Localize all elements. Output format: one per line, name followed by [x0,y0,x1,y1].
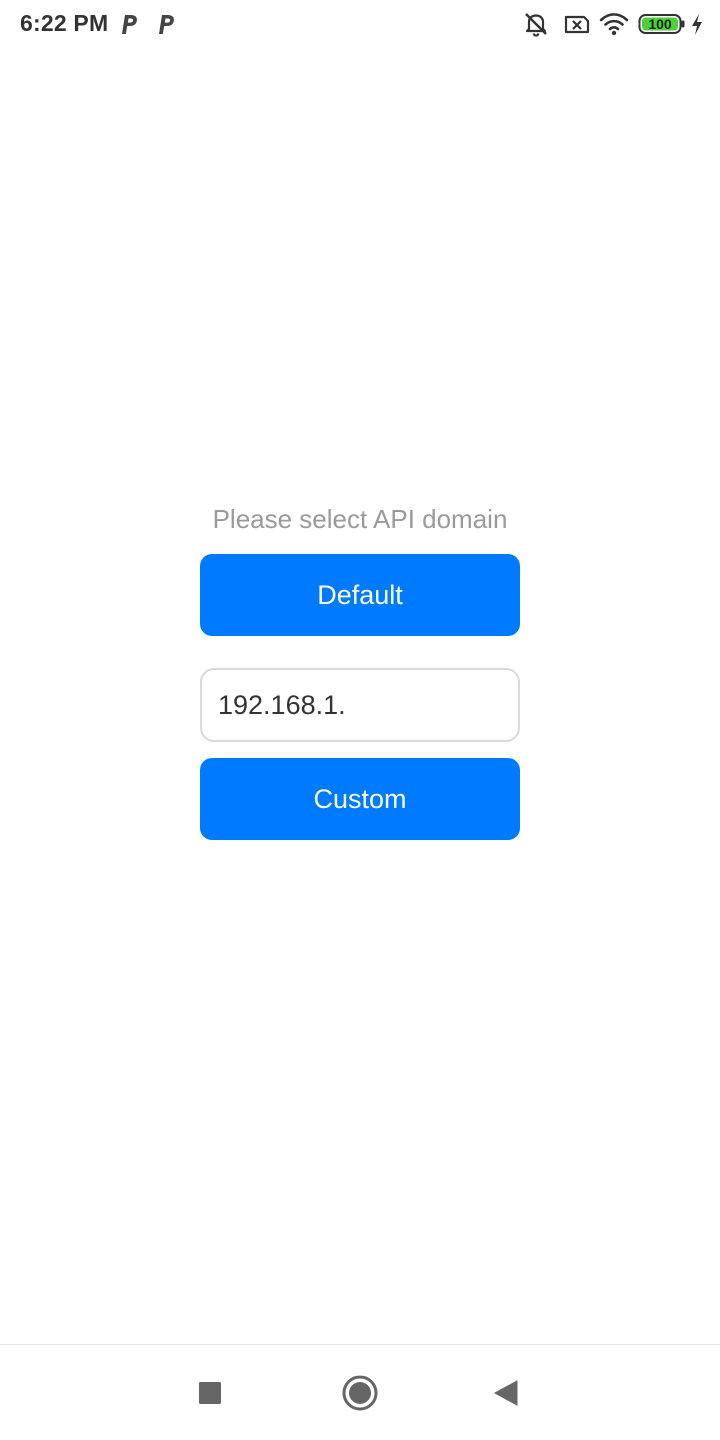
default-button[interactable]: Default [200,554,520,636]
custom-button[interactable]: Custom [200,758,520,840]
api-domain-prompt: Please select API domain [212,504,508,534]
p-notification-icon [122,15,137,34]
charging-icon [692,14,702,35]
status-time: 6:22 PM [20,10,109,36]
recents-icon[interactable] [190,1373,230,1413]
back-icon[interactable] [486,1373,526,1413]
status-bar: 6:22 PM 100 [0,0,720,50]
wifi-icon [599,13,629,36]
home-icon[interactable] [340,1373,380,1413]
p-notification-icon [159,15,174,34]
mute-icon [525,13,547,37]
battery-level: 100 [648,16,672,32]
screen: 6:22 PM 100 Please select API domain Def… [0,0,720,1440]
battery-icon: 100 [638,14,685,34]
custom-domain-input[interactable] [200,668,520,742]
navigation-bar [0,1344,720,1440]
no-sim-icon [564,15,590,34]
